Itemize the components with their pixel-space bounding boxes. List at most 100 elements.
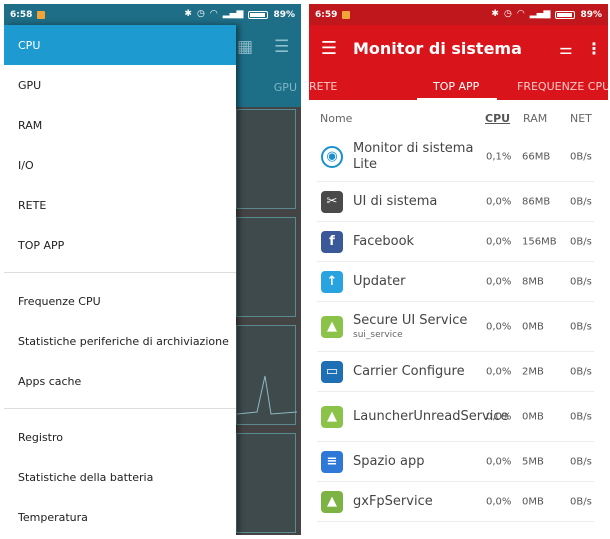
list-item[interactable]: ✂ UI di sistema 0,0% 86MB 0B/s <box>317 182 594 222</box>
overflow-menu-icon[interactable]: ⋮ <box>580 39 608 58</box>
drawer-item-label: CPU <box>18 38 41 52</box>
app-net-value: 0B/s <box>570 366 592 377</box>
monitor-app-icon: ◉ <box>321 145 343 168</box>
updater-icon: ↑ <box>321 270 343 293</box>
carrier-config-icon: ▭ <box>321 360 343 383</box>
list-item[interactable]: f Facebook 0,0% 156MB 0B/s <box>317 222 594 262</box>
drawer-item-apps-cache[interactable]: Apps cache <box>4 361 236 401</box>
list-item[interactable]: ▲ gxFpService 0,0% 0MB 0B/s <box>317 482 594 522</box>
facebook-icon: f <box>321 230 343 253</box>
notification-icon <box>37 10 46 19</box>
app-cpu-value: 0,1% <box>486 151 512 162</box>
tab-top-app[interactable]: TOP APP <box>433 80 479 93</box>
wifi-icon: ◠ <box>209 9 218 19</box>
graph-panel <box>236 325 298 425</box>
app-net-value: 0B/s <box>570 456 592 467</box>
app-name: gxFpService <box>353 494 477 510</box>
drawer-item-gpu[interactable]: GPU <box>4 65 236 105</box>
tune-settings-icon[interactable]: ⚌ <box>552 40 580 58</box>
column-header-net[interactable]: NET <box>570 112 592 125</box>
app-cpu-value: 0,0% <box>486 276 512 287</box>
app-ram-value: 0MB <box>522 321 544 332</box>
column-header-name[interactable]: Nome <box>320 112 352 125</box>
app-ram-value: 8MB <box>522 276 544 287</box>
app-net-value: 0B/s <box>570 411 592 422</box>
drawer-divider <box>4 408 236 409</box>
android-icon: ▲ <box>321 405 343 428</box>
alarm-icon: ◷ <box>503 9 512 19</box>
drawer-item-label: TOP APP <box>18 238 65 252</box>
grid-icon: ▦ <box>237 37 254 57</box>
hamburger-menu-icon[interactable]: ☰ <box>309 38 349 59</box>
app-name-label: Carrier Configure <box>353 363 465 379</box>
column-header-cpu[interactable]: CPU <box>485 112 510 125</box>
status-time: 6:58 <box>10 9 33 20</box>
tab-rete[interactable]: RETE <box>309 80 337 93</box>
app-net-value: 0B/s <box>570 236 592 247</box>
app-cpu-value: 0,0% <box>486 496 512 507</box>
app-net-value: 0B/s <box>570 321 592 332</box>
drawer-item-label: GPU <box>18 78 42 92</box>
tab-bar: RETE TOP APP FREQUENZE CPU <box>309 72 608 100</box>
app-name: Facebook <box>353 234 477 250</box>
navigation-drawer: CPU GPU RAM I/O RETE TOP APP Frequenze C… <box>4 25 236 535</box>
bluetooth-icon: ✱ <box>491 9 499 19</box>
list-item[interactable]: ↑ Updater 0,0% 8MB 0B/s <box>317 262 594 302</box>
drawer-item-label: Statistiche della batteria <box>18 470 154 484</box>
drawer-item-io[interactable]: I/O <box>4 145 236 185</box>
graph-panel <box>236 433 296 533</box>
list-item[interactable]: ▲ Secure UI Service sui_service 0,0% 0MB 0B/s <box>317 302 594 352</box>
list-item[interactable]: ◉ Monitor di sistema Lite 0,1% 66MB 0B/s <box>317 132 594 182</box>
tune-icon: ☰ <box>274 37 290 57</box>
signal-icon: ▂▄▆ <box>222 9 244 19</box>
app-ram-value: 5MB <box>522 456 544 467</box>
graph-panel <box>236 109 296 209</box>
tab-frequenze-cpu[interactable]: FREQUENZE CPU <box>517 80 608 93</box>
app-name: Spazio app <box>353 454 477 470</box>
app-name: UI di sistema <box>353 194 477 210</box>
drawer-item-storage-stats[interactable]: Statistiche periferiche di archiviazione <box>4 321 236 361</box>
drawer-item-frequenze-cpu[interactable]: Frequenze CPU <box>4 281 236 321</box>
drawer-item-label: Frequenze CPU <box>18 294 101 308</box>
app-name: Secure UI Service sui_service <box>353 313 477 341</box>
drawer-item-label: RAM <box>18 118 43 132</box>
app-net-value: 0B/s <box>570 151 592 162</box>
battery-level: 89% <box>580 9 602 20</box>
status-time: 6:59 <box>315 9 338 20</box>
drawer-item-label: Apps cache <box>18 374 82 388</box>
app-name-label: UI di sistema <box>353 193 438 209</box>
list-item[interactable]: ▲ LauncherUnreadService 0,0% 0MB 0B/s <box>317 392 594 442</box>
column-header-ram[interactable]: RAM <box>523 112 547 125</box>
app-cpu-value: 0,0% <box>486 366 512 377</box>
app-name-label: Monitor di sistema Lite <box>353 140 474 172</box>
list-item[interactable]: ▭ Carrier Configure 0,0% 2MB 0B/s <box>317 352 594 392</box>
signal-icon: ▂▄▆ <box>529 9 551 19</box>
app-ram-value: 0MB <box>522 411 544 422</box>
drawer-item-temperatura[interactable]: Temperatura <box>4 497 236 535</box>
system-ui-icon: ✂ <box>321 190 343 213</box>
drawer-item-cpu[interactable]: CPU <box>4 25 236 65</box>
app-name: Carrier Configure <box>353 364 477 380</box>
drawer-item-label: I/O <box>18 158 34 172</box>
app-cpu-value: 0,0% <box>486 411 512 422</box>
drawer-item-battery-stats[interactable]: Statistiche della batteria <box>4 457 236 497</box>
app-space-icon: ≡ <box>321 450 343 473</box>
drawer-item-top-app[interactable]: TOP APP <box>4 225 236 265</box>
drawer-item-ram[interactable]: RAM <box>4 105 236 145</box>
app-name-label: gxFpService <box>353 493 433 509</box>
app-title: Monitor di sistema <box>353 39 522 58</box>
drawer-item-label: RETE <box>18 198 47 212</box>
app-list: ◉ Monitor di sistema Lite 0,1% 66MB 0B/s ✂ UI … <box>309 132 608 522</box>
app-net-value: 0B/s <box>570 496 592 507</box>
app-ram-value: 0MB <box>522 496 544 507</box>
app-name: Updater <box>353 274 477 290</box>
app-toolbar: ☰ Monitor di sistema ⚌ ⋮ <box>309 25 608 72</box>
table-header: Nome CPU RAM NET <box>309 110 608 132</box>
drawer-item-label: Temperatura <box>18 510 88 524</box>
drawer-divider <box>4 272 236 273</box>
list-item[interactable]: ≡ Spazio app 0,0% 5MB 0B/s <box>317 442 594 482</box>
drawer-item-label: Statistiche periferiche di archiviazione <box>18 334 229 348</box>
drawer-item-rete[interactable]: RETE <box>4 185 236 225</box>
drawer-item-registro[interactable]: Registro <box>4 417 236 457</box>
notification-icon <box>342 10 351 19</box>
